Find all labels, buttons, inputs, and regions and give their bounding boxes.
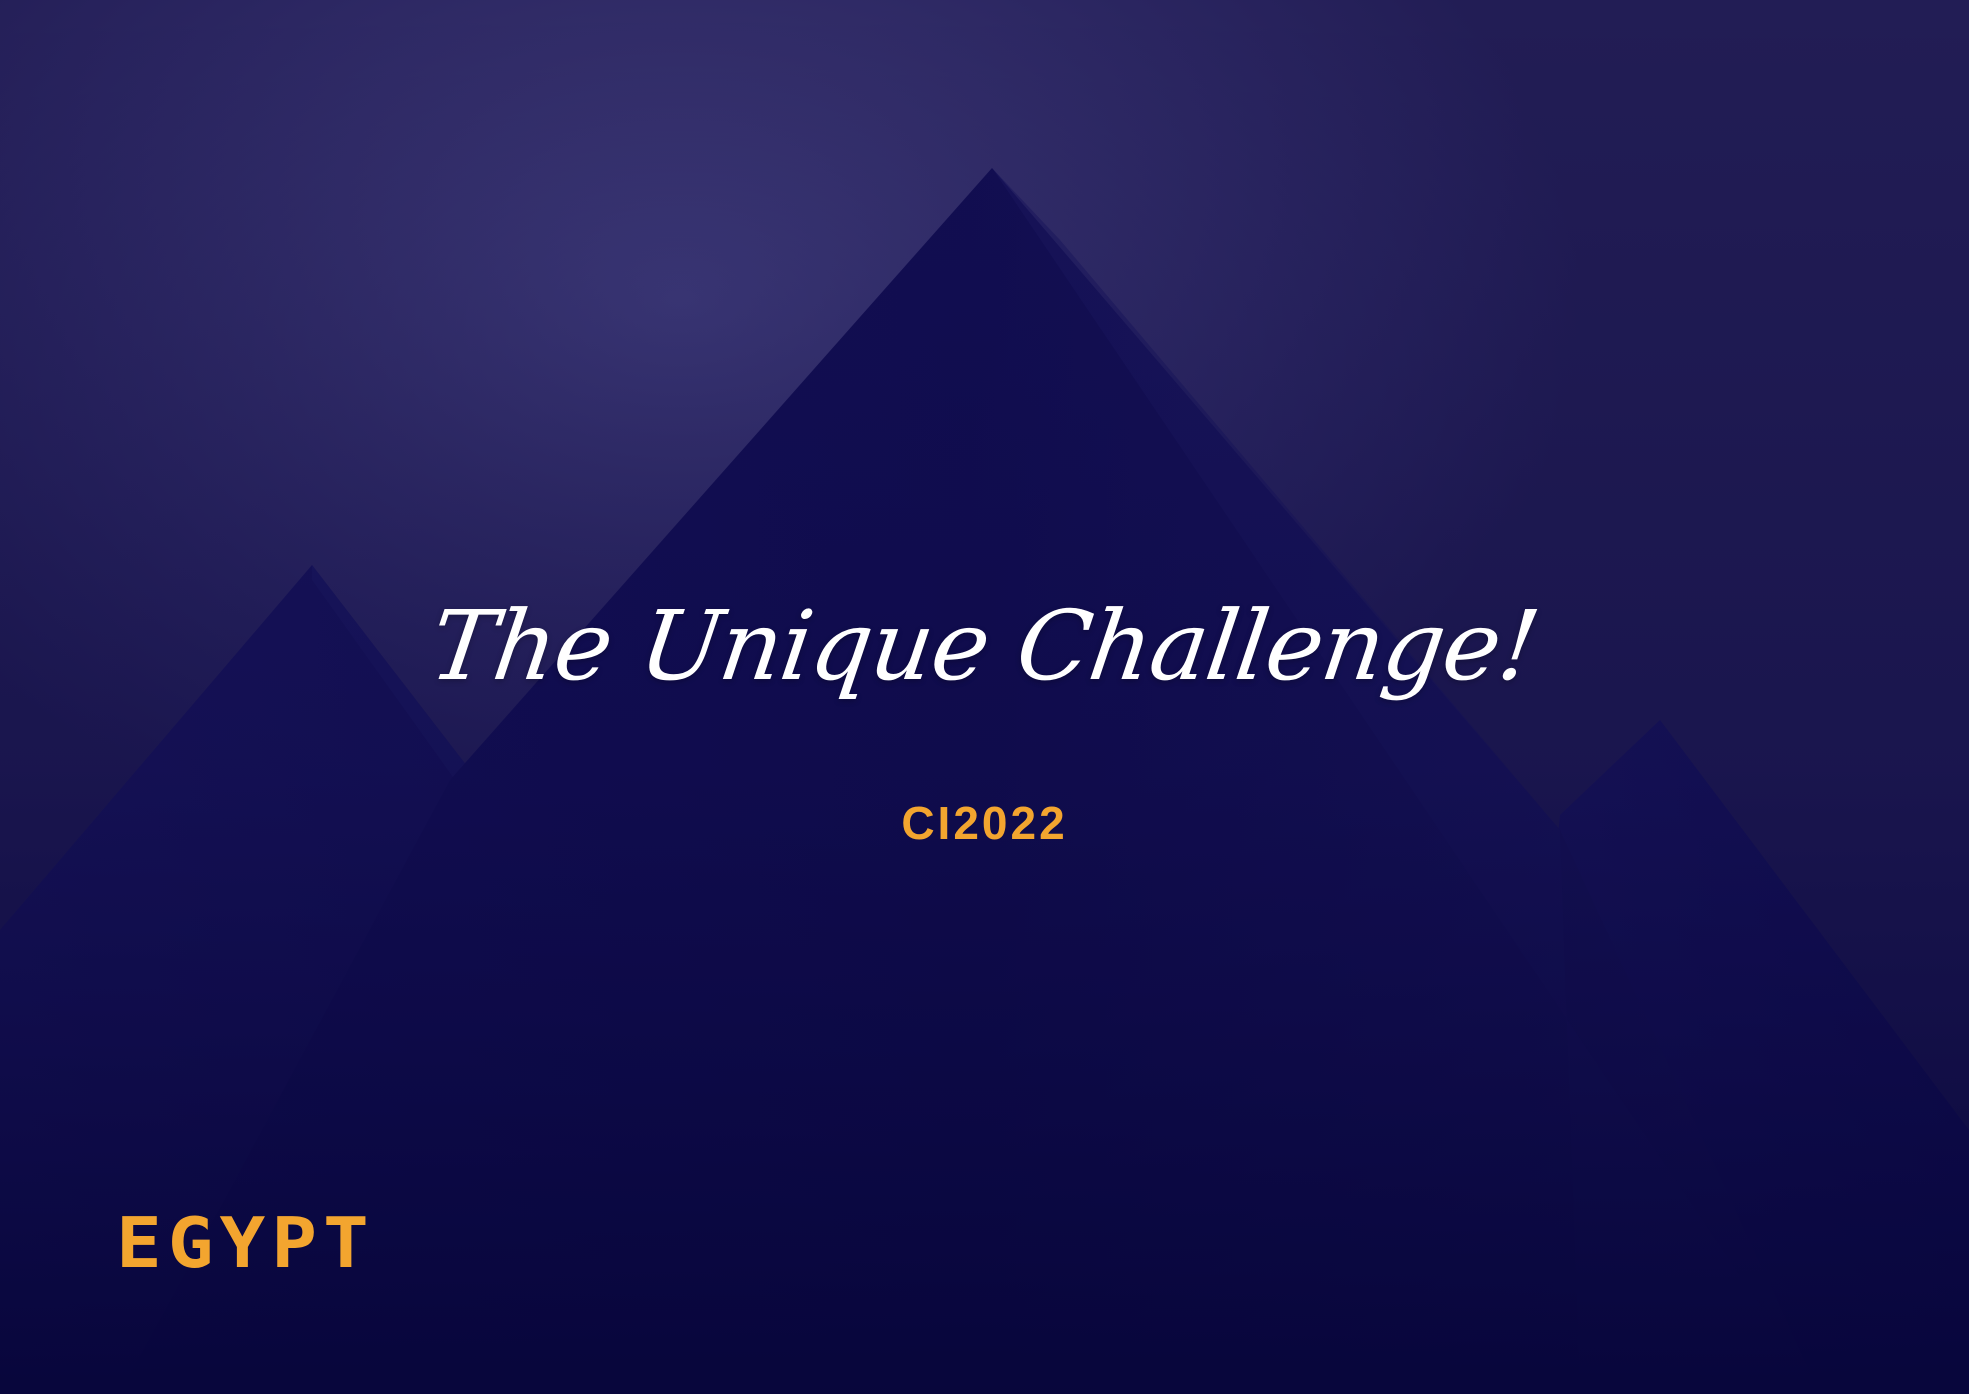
headline-title: The Unique Challenge! xyxy=(423,590,1546,702)
egypt-logo: EGYPT xyxy=(116,1201,375,1284)
event-code: CI2022 xyxy=(901,797,1068,849)
slide: The Unique Challenge! CI2022 EGYPT xyxy=(0,0,1969,1394)
